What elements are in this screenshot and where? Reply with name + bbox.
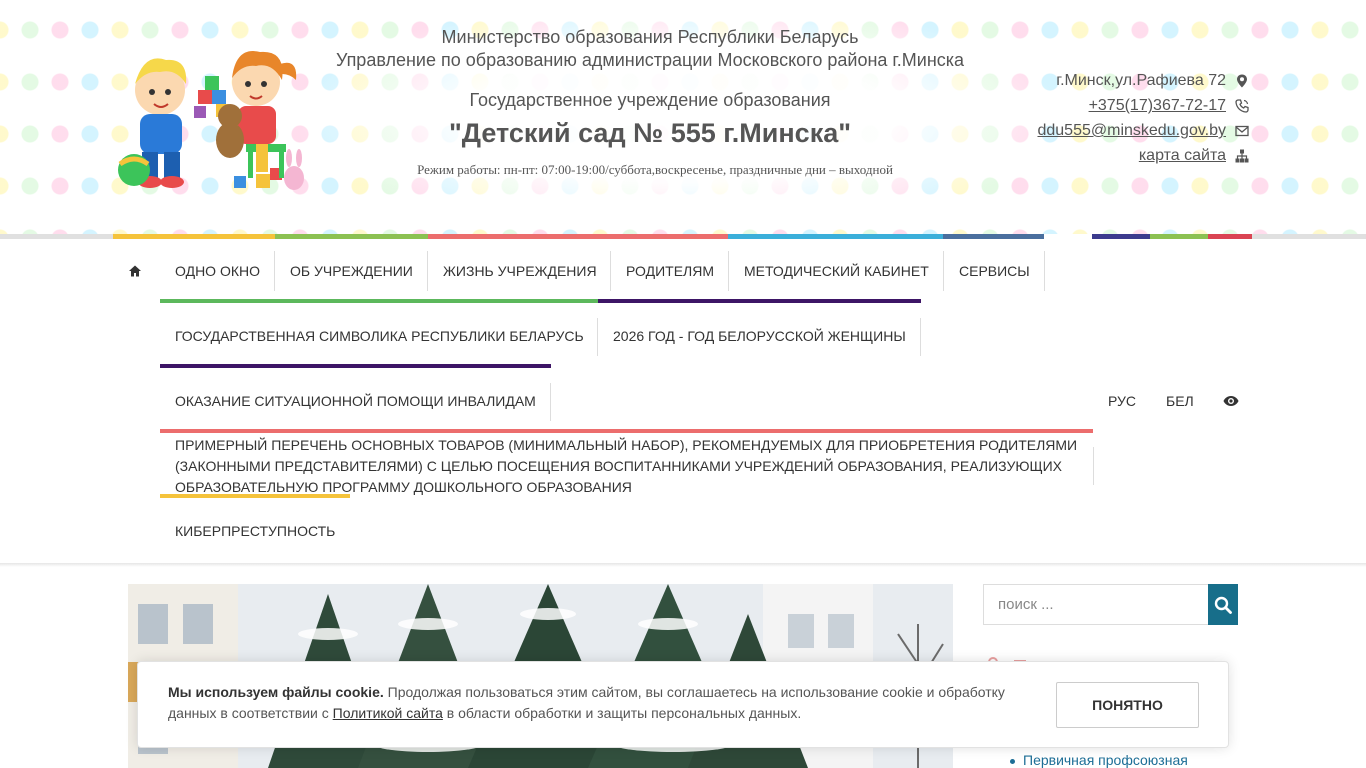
cookie-title: Мы используем файлы cookie. [168, 684, 384, 700]
home-icon[interactable] [128, 264, 142, 278]
sitemap-link[interactable]: карта сайта [1139, 143, 1226, 168]
site-header: Министерство образования Республики Бела… [0, 0, 1366, 234]
nav-cybercrime[interactable]: КИБЕРПРЕСТУПНОСТЬ [160, 521, 350, 542]
map-marker-icon [1234, 73, 1250, 89]
sitemap-icon [1234, 148, 1250, 164]
phone-link[interactable]: +375(17)367-72-17 [1089, 93, 1226, 118]
header-contacts: г.Минск,ул.Рафиева 72 +375(17)367-72-17 … [1037, 68, 1250, 168]
policy-link[interactable]: Политикой сайта [333, 705, 443, 721]
institution-name[interactable]: "Детский сад № 555 г.Минска" [330, 116, 970, 150]
address-text: г.Минск,ул.Рафиева 72 [1056, 72, 1226, 89]
search-button[interactable] [1208, 584, 1238, 625]
lang-ru[interactable]: РУС [1108, 393, 1136, 409]
contact-email: ddu555@minskedu.gov.by [1037, 118, 1250, 143]
search-icon [1214, 596, 1232, 614]
department-name: Управление по образованию администрации … [335, 50, 965, 70]
eye-icon[interactable] [1223, 395, 1239, 407]
cookie-accept-button[interactable]: ПОНЯТНО [1056, 682, 1199, 728]
nav-underline-yellow [160, 494, 350, 498]
bullet-icon [1010, 759, 1015, 764]
contact-address: г.Минск,ул.Рафиева 72 [1037, 68, 1250, 93]
cookie-banner: Мы используем файлы cookie. Продолжая по… [137, 661, 1229, 748]
sidebar-link-union[interactable]: Первичная профсоюзная [1023, 752, 1188, 768]
nav-underline-green [160, 299, 598, 303]
nav-underline-purple [598, 299, 921, 303]
kindergarten-logo[interactable] [116, 44, 306, 194]
contact-sitemap: карта сайта [1037, 143, 1250, 168]
nav-underline-purple-2 [160, 364, 551, 368]
phone-icon [1234, 98, 1250, 114]
envelope-icon [1234, 123, 1250, 139]
lang-by[interactable]: БЕЛ [1166, 393, 1194, 409]
header-titles: Министерство образования Республики Бела… [330, 26, 970, 178]
nav-underline-red [160, 429, 1093, 433]
cookie-text-2: в области обработки и защиты персональны… [442, 705, 802, 721]
ministry-name: Министерство образования Республики Бела… [441, 27, 859, 47]
email-link[interactable]: ddu555@minskedu.gov.by [1037, 118, 1226, 143]
cookie-message: Мы используем файлы cookie. Продолжая по… [168, 682, 1028, 724]
contact-phone: +375(17)367-72-17 [1037, 93, 1250, 118]
working-hours: Режим работы: пн-пт: 07:00-19:00/суббота… [417, 162, 893, 177]
search-input[interactable] [983, 584, 1209, 625]
institution-type: Государственное учреждение образования [469, 90, 831, 110]
